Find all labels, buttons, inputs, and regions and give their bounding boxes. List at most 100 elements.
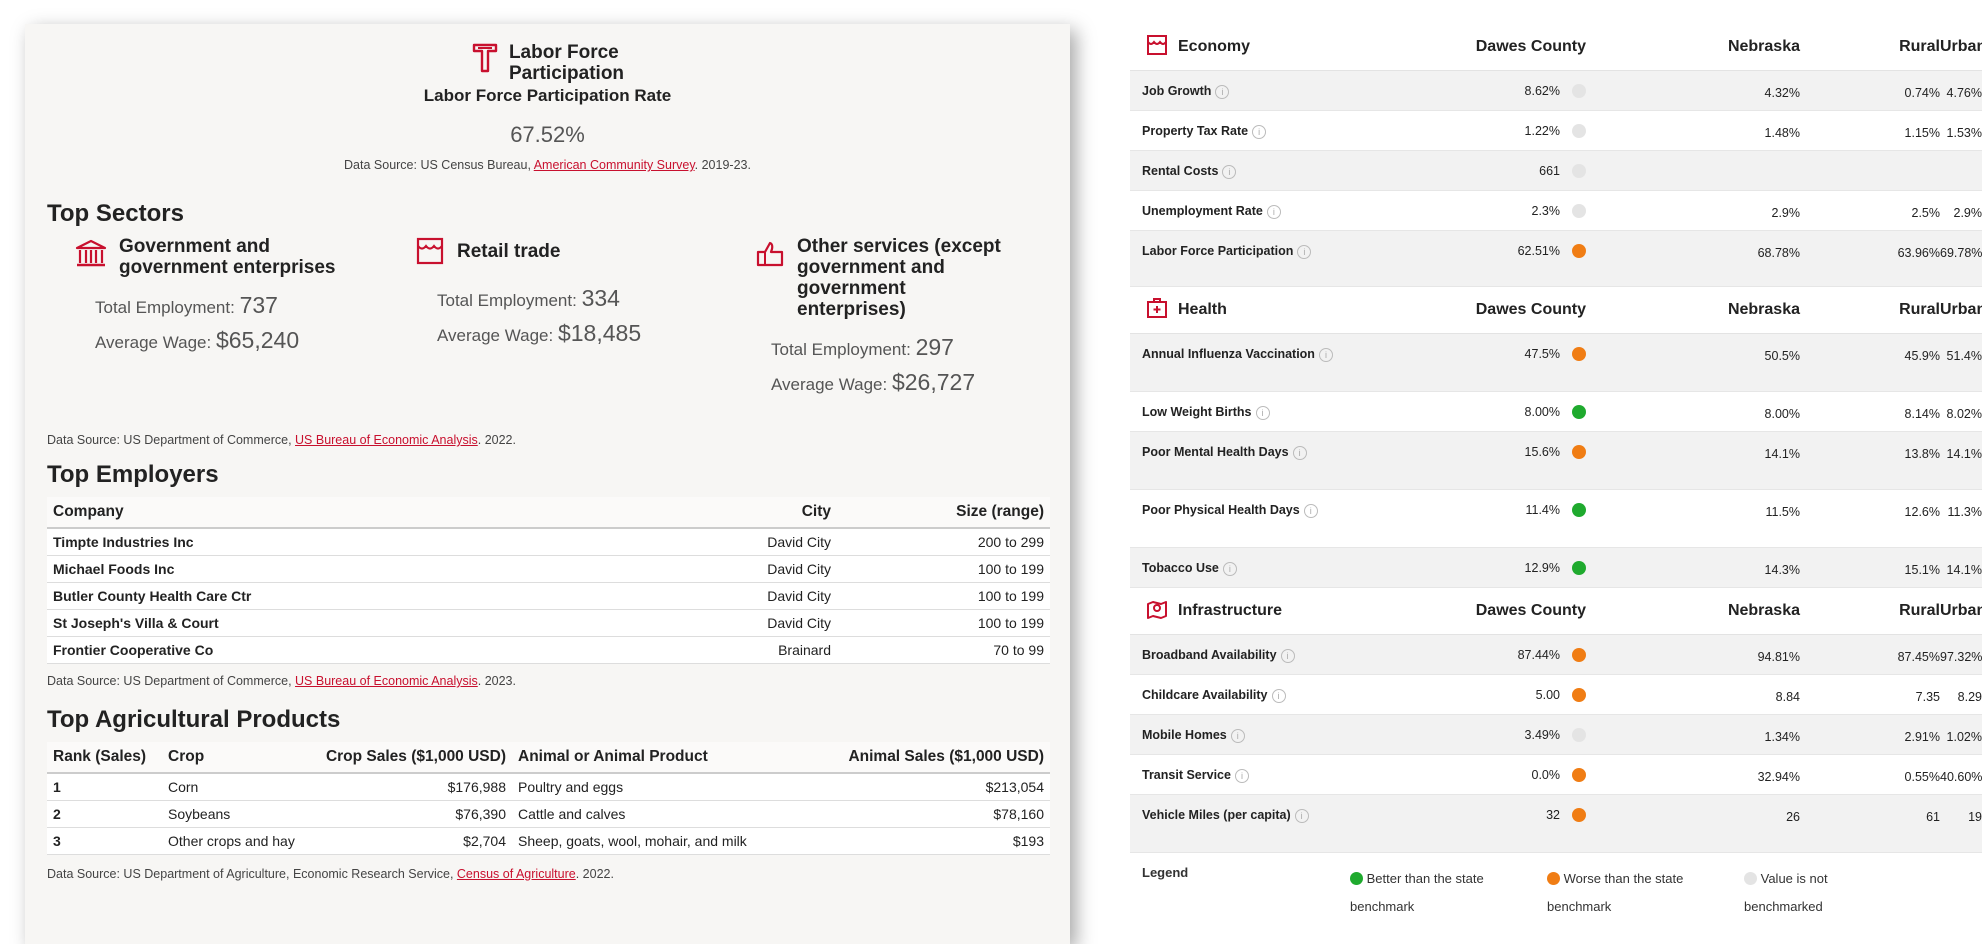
col-state: Nebraska xyxy=(1727,38,1800,55)
col-county: Dawes County xyxy=(1475,301,1586,318)
info-icon[interactable]: i xyxy=(1234,768,1249,783)
indicator-row: Job Growth i 8.62% 4.32% 0.74% 4.76% xyxy=(1130,71,1982,111)
indicator-row: Childcare Availability i 5.00 8.84 7.35 8.29 xyxy=(1130,675,1982,715)
info-icon[interactable]: i xyxy=(1222,164,1237,179)
employers-source: Data Source: US Department of Commerce, … xyxy=(47,674,516,688)
info-icon[interactable]: i xyxy=(1271,688,1286,703)
sector-wage: Average Wage: $18,485 xyxy=(437,320,642,346)
urban-value: 14.1% xyxy=(1946,447,1982,461)
county-value: 2.3% xyxy=(1400,203,1600,218)
bea-link[interactable]: US Bureau of Economic Analysis xyxy=(295,674,478,688)
indicator-row: Annual Influenza Vaccination i 47.5% 50.5% 4… xyxy=(1130,334,1982,392)
info-icon[interactable]: i xyxy=(1230,728,1245,743)
info-icon[interactable]: i xyxy=(1294,808,1309,823)
county-value: 62.51% xyxy=(1400,243,1600,258)
info-icon[interactable]: i xyxy=(1266,204,1281,219)
green-dot-icon xyxy=(1572,503,1586,517)
indicator-row: Property Tax Rate i 1.22% 1.48% 1.15% 1.53% xyxy=(1130,111,1982,151)
info-icon[interactable]: i xyxy=(1297,244,1312,259)
state-value: 14.3% xyxy=(1764,563,1800,577)
section-header: Health Dawes County Nebraska Rural Urban xyxy=(1130,287,1982,334)
bea-link[interactable]: US Bureau of Economic Analysis xyxy=(295,433,478,447)
labor-force-value: 67.52% xyxy=(510,122,585,147)
county-value: 8.00% xyxy=(1400,404,1600,419)
indicator-row: Broadband Availability i 87.44% 94.81% 87.45… xyxy=(1130,635,1982,675)
urban-value: 51.4% xyxy=(1946,349,1982,363)
info-icon[interactable]: i xyxy=(1222,561,1237,576)
orange-dot-icon xyxy=(1572,347,1586,361)
census-ag-link[interactable]: Census of Agriculture xyxy=(457,867,576,881)
col-crop-sales: Crop Sales ($1,000 USD) xyxy=(302,742,512,774)
orange-dot-icon xyxy=(1572,688,1586,702)
table-row: Timpte Industries Inc David City 200 to 29… xyxy=(47,528,1050,556)
indicator-label: Labor Force Participation i xyxy=(1130,243,1400,260)
state-value: 50.5% xyxy=(1764,349,1800,363)
info-icon[interactable]: i xyxy=(1318,347,1333,362)
urban-value: 19 xyxy=(1968,810,1982,824)
state-value: 68.78% xyxy=(1757,246,1800,260)
rural-value: 61 xyxy=(1926,810,1940,824)
gray-dot-icon xyxy=(1572,84,1586,98)
state-value: 8.84 xyxy=(1775,690,1800,704)
employers-table: Company City Size (range) Timpte Industr… xyxy=(47,497,1050,664)
section-header: Economy Dawes County Nebraska Rural Urban xyxy=(1130,24,1982,71)
rural-value: 7.35 xyxy=(1915,690,1940,704)
green-dot-icon xyxy=(1572,405,1586,419)
rural-value: 45.9% xyxy=(1904,349,1940,363)
rural-value: 87.45% xyxy=(1897,650,1940,664)
table-row: 1 Corn $176,988 Poultry and eggs $213,054 xyxy=(47,773,1050,801)
sectors-source: Data Source: US Department of Commerce, … xyxy=(47,433,516,447)
col-state: Nebraska xyxy=(1727,602,1800,619)
sector-wage: Average Wage: $65,240 xyxy=(95,327,300,353)
labor-force-source: Data Source: US Census Bureau, American … xyxy=(344,158,751,172)
rural-value: 0.55% xyxy=(1904,770,1940,784)
sector-name: Other services (except government and gove… xyxy=(797,236,1001,320)
gray-dot-icon xyxy=(1744,872,1757,885)
urban-value: 11.3% xyxy=(1947,505,1982,519)
sector-name: Retail trade xyxy=(457,241,561,262)
county-value: 32 xyxy=(1400,807,1600,822)
col-state: Nebraska xyxy=(1727,301,1800,318)
gray-dot-icon xyxy=(1572,204,1586,218)
sector-wage: Average Wage: $26,727 xyxy=(771,369,976,395)
state-value: 26 xyxy=(1786,810,1800,824)
section-infra: Infrastructure Dawes County Nebraska Rural U… xyxy=(1130,588,1982,853)
top-sectors: Government and government enterprises Tot… xyxy=(47,228,1048,423)
table-row: St Joseph's Villa & Court David City 100 t… xyxy=(47,609,1050,637)
economy-icon xyxy=(1146,34,1168,61)
indicator-label: Mobile Homes i xyxy=(1130,727,1400,744)
info-icon[interactable]: i xyxy=(1252,124,1267,139)
orange-dot-icon xyxy=(1572,808,1586,822)
sector-employment: Total Employment: 297 xyxy=(771,334,954,360)
county-value: 0.0% xyxy=(1400,767,1600,782)
info-icon[interactable]: i xyxy=(1255,405,1270,420)
orange-dot-icon xyxy=(1572,445,1586,459)
indicator-label: Annual Influenza Vaccination i xyxy=(1130,346,1400,363)
info-icon[interactable]: i xyxy=(1215,84,1230,99)
urban-value: 8.29 xyxy=(1957,690,1982,704)
labor-force-section: Labor Force Participation Labor Force Pa… xyxy=(47,24,1048,172)
legend-worse: Worse than the state benchmark xyxy=(1547,871,1684,914)
info-icon[interactable]: i xyxy=(1280,648,1295,663)
indicator-row: Tobacco Use i 12.9% 14.3% 15.1% 14.1% xyxy=(1130,548,1982,588)
indicator-label: Job Growth i xyxy=(1130,83,1400,100)
col-county: Dawes County xyxy=(1475,38,1586,55)
col-size: Size (range) xyxy=(837,497,1050,529)
state-value: 14.1% xyxy=(1764,447,1800,461)
rural-value: 63.96% xyxy=(1897,246,1940,260)
acs-link[interactable]: American Community Survey xyxy=(534,158,695,172)
info-icon[interactable]: i xyxy=(1292,445,1307,460)
indicator-label: Vehicle Miles (per capita) i xyxy=(1130,807,1400,824)
state-value xyxy=(1600,163,1800,166)
urban-value: 1.02% xyxy=(1946,730,1982,744)
rural-value xyxy=(1800,163,1940,166)
indicator-row: Rental Costs i 661 xyxy=(1130,151,1982,191)
section-title: Infrastructure xyxy=(1178,602,1283,619)
building-icon xyxy=(75,239,107,272)
col-county: Dawes County xyxy=(1475,602,1586,619)
info-icon[interactable]: i xyxy=(1303,503,1318,518)
section-economy: Economy Dawes County Nebraska Rural Urban Job… xyxy=(1130,24,1982,287)
state-value: 2.9% xyxy=(1771,206,1801,220)
rural-value: 15.1% xyxy=(1904,563,1940,577)
county-value: 5.00 xyxy=(1400,687,1600,702)
